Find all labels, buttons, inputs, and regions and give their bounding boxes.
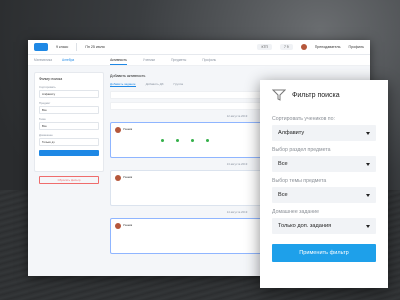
left-filter-card: Фильтр поиска Сортировать Алфавиту Предм… [34,72,104,184]
divider [76,43,78,51]
topic-label: Выбор темы предмета [272,178,327,184]
count-badge[interactable]: 7 9 [279,44,293,50]
profile-link[interactable]: Профиль [348,45,364,49]
section-value: Все [278,161,288,167]
breadcrumb-subject[interactable]: Математика [34,58,52,62]
apply-filter-button[interactable]: Применить фильтр [272,244,376,262]
tab-profile[interactable]: Профиль [202,56,216,65]
student-name: Ученик [123,175,133,179]
homework-select[interactable]: Только дз [39,138,99,146]
sort-select[interactable]: Алфавиту [272,125,376,141]
chevron-down-icon [366,162,370,166]
sort-value: Алфавиту [278,130,305,136]
field-label: Домашнее [39,133,53,137]
left-apply-button[interactable] [39,150,99,156]
avatar [115,175,121,181]
tab-add-homework[interactable]: Добавить ДЗ [146,82,164,87]
status-badge[interactable]: КТП [257,44,272,50]
teacher-name[interactable]: Преподаватель [315,45,341,49]
status-dot [191,139,194,142]
section-select[interactable]: Все [272,156,376,172]
filter-panel-title: Фильтр поиска [292,91,340,99]
topic-select[interactable]: Все [39,122,99,130]
top-bar: 9 класс Пн 25 июля КТП 7 9 Преподаватель… [28,40,370,55]
filter-icon [272,89,286,101]
sub-bar: Математика Алгебра Активность Ученики Пр… [28,55,370,66]
app-logo[interactable] [34,43,48,51]
tab-add-task[interactable]: Добавить задание [110,82,136,87]
student-name: Ученик [123,127,133,131]
filter-panel-header: Фильтр поиска [272,80,376,110]
tab-group[interactable]: Группа [174,82,184,87]
avatar [115,223,121,229]
sort-label: Сортировать учеников по: [272,116,335,122]
topic-select[interactable]: Все [272,187,376,203]
reset-filter-button[interactable]: Сбросить фильтр [39,176,99,184]
status-dot [206,139,209,142]
chevron-down-icon [366,193,370,197]
homework-label: Домашнее задание [272,209,319,215]
tab-activity[interactable]: Активность [110,56,127,65]
subject-select[interactable]: Все [39,106,99,114]
chevron-down-icon [366,131,370,135]
section-label: Выбор раздел предмета [272,147,331,153]
date-label[interactable]: Пн 25 июля [85,45,104,49]
topic-value: Все [278,192,288,198]
top-tabs: Активность Ученики Предметы Профиль [110,56,216,65]
homework-value: Только доп. задания [278,223,332,229]
student-name: Ученик [123,223,133,227]
progress-dots [161,139,209,142]
status-dot [176,139,179,142]
field-label: Тема [39,117,46,121]
field-label: Сортировать [39,85,56,89]
avatar[interactable] [300,44,307,50]
left-filter-title: Фильтр поиска [39,77,63,81]
chevron-down-icon [366,224,370,228]
sort-select[interactable]: Алфавиту [39,90,99,98]
page-title: Добавить активность [110,74,146,78]
class-label[interactable]: 9 класс [56,45,68,49]
field-label: Предмет [39,101,51,105]
homework-select[interactable]: Только доп. задания [272,218,376,234]
tab-subjects[interactable]: Предметы [171,56,186,65]
tab-students[interactable]: Ученики [143,56,155,65]
avatar [115,127,121,133]
filter-panel: Фильтр поиска Сортировать учеников по: А… [260,80,388,288]
breadcrumb-topic[interactable]: Алгебра [62,58,74,62]
status-dot [161,139,164,142]
